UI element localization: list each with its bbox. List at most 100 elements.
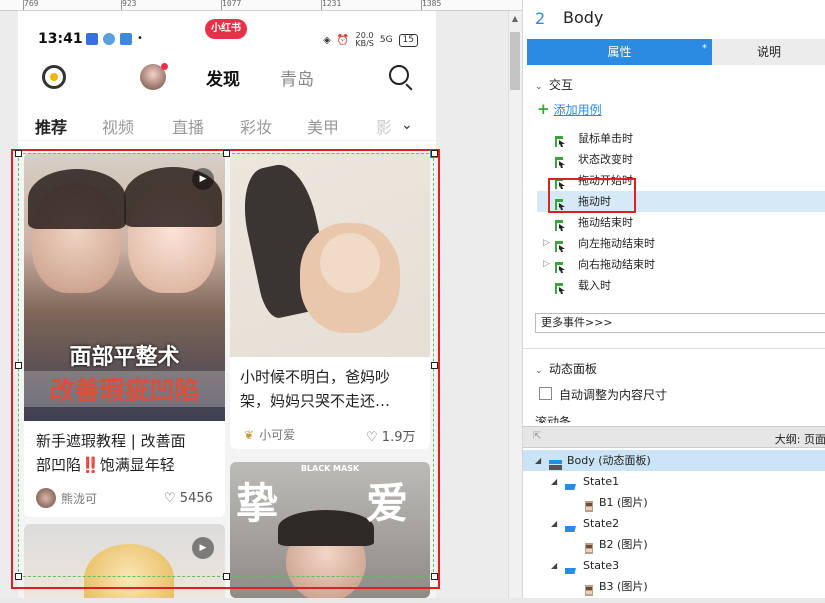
resize-handle[interactable] <box>431 362 438 369</box>
status-time: 13:41 <box>38 31 83 47</box>
event-flag-icon <box>555 133 566 147</box>
category-tab[interactable]: 美甲 <box>307 114 339 138</box>
vibrate-icon: ◈ <box>323 34 331 46</box>
avatar[interactable] <box>140 63 168 90</box>
net-speed: 20.0 KB/S <box>355 31 374 48</box>
scroll-up-icon[interactable]: ▲ <box>510 14 520 26</box>
ruler-mark: 1385 <box>422 0 442 8</box>
auto-fit-checkbox[interactable] <box>539 387 552 400</box>
event-label: 向右拖动结束时 <box>578 258 655 271</box>
tab-discover[interactable]: 发现 <box>206 65 240 90</box>
category-tab[interactable]: 影 <box>376 114 392 138</box>
category-tab[interactable]: 推荐 <box>35 114 67 138</box>
outline-item[interactable]: ◢ State3 <box>523 555 825 576</box>
category-tab[interactable]: 直播 <box>172 114 204 138</box>
canvas-scrollbar[interactable] <box>508 11 522 598</box>
outline-header: ⇱ 大纲: 页面 <box>523 426 825 448</box>
scrollbar-thumb[interactable] <box>510 32 520 90</box>
image-icon <box>585 582 593 603</box>
outline-label: Body (动态面板) <box>567 454 651 467</box>
event-label: 拖动结束时 <box>578 216 633 229</box>
plus-icon: + <box>537 100 550 118</box>
event-item[interactable]: ▷ 向左拖动结束时 <box>537 233 825 254</box>
selection-highlight-box <box>11 149 440 589</box>
ruler-mark: 1231 <box>322 0 342 8</box>
resize-handle[interactable] <box>223 150 230 157</box>
ruler-mark: 1077 <box>222 0 242 8</box>
page-number: 2 <box>535 9 546 28</box>
dynamic-panel-section[interactable]: ⌄ 动态面板 <box>535 360 597 377</box>
status-right: ◈ ⏰ 20.0 KB/S 5G 15 <box>323 32 418 48</box>
more-events-dropdown[interactable]: 更多事件>>> <box>535 313 825 333</box>
notification-icons: • <box>86 33 143 45</box>
event-label: 状态改变时 <box>578 153 633 166</box>
outline-label: B3 (图片) <box>599 580 648 593</box>
app-notification-icon <box>120 33 132 45</box>
category-tabs: 推荐 视频 直播 彩妆 美甲 影 ⌄ <box>18 111 436 141</box>
event-flag-icon <box>555 259 566 273</box>
signal-icon: 5G <box>379 35 393 45</box>
search-icon[interactable] <box>389 65 413 91</box>
resize-handle[interactable] <box>431 150 438 157</box>
event-item[interactable]: 状态改变时 <box>537 149 825 170</box>
event-label: 向左拖动结束时 <box>578 237 655 250</box>
ruler-mark: 923 <box>122 0 137 8</box>
event-item[interactable]: 拖动结束时 <box>537 212 825 233</box>
xiaohongshu-logo: 小红书 <box>205 19 247 39</box>
outline-label: State1 <box>583 475 620 488</box>
resize-handle[interactable] <box>15 362 22 369</box>
category-tab[interactable]: 视频 <box>102 114 134 138</box>
outline-item[interactable]: B1 (图片) <box>523 492 825 513</box>
resize-handle[interactable] <box>223 573 230 580</box>
interaction-section[interactable]: ⌄ 交互 <box>535 76 573 93</box>
inspector-tabs: 属性 * 说明 <box>527 39 825 65</box>
highlight-annotation-box <box>548 178 636 213</box>
add-case-link[interactable]: + 添加用例 <box>537 100 602 118</box>
event-flag-icon <box>555 280 566 294</box>
tree-toggle-icon[interactable]: ◢ <box>551 555 557 576</box>
event-item[interactable]: ▷ 向右拖动结束时 <box>537 254 825 275</box>
outline-item[interactable]: B3 (图片) <box>523 576 825 597</box>
alarm-icon: ⏰ <box>336 34 350 46</box>
tab-notes[interactable]: 说明 <box>712 39 825 65</box>
panel-title: Body <box>563 8 604 27</box>
category-tab[interactable]: 彩妆 <box>240 114 272 138</box>
chevron-down-icon[interactable]: ⌄ <box>401 117 413 133</box>
tab-properties[interactable]: 属性 * <box>527 39 712 65</box>
event-item[interactable]: 载入时 <box>537 275 825 296</box>
outline-item[interactable]: ◢ State1 <box>523 471 825 492</box>
collapse-icon[interactable]: ⇱ <box>533 431 541 442</box>
event-item[interactable]: 鼠标单击时 <box>537 128 825 149</box>
auto-fit-label: 自动调整为内容尺寸 <box>559 388 668 402</box>
chevron-down-icon: ⌄ <box>535 366 543 376</box>
event-flag-icon <box>555 154 566 168</box>
event-label: 载入时 <box>578 279 611 292</box>
outline-label: B2 (图片) <box>599 538 648 551</box>
tree-toggle-icon[interactable]: ◢ <box>551 513 557 534</box>
app-notification-icon <box>86 33 98 45</box>
outline-item[interactable]: B2 (图片) <box>523 534 825 555</box>
top-nav: 发现 青岛 <box>18 63 436 97</box>
resize-handle[interactable] <box>431 573 438 580</box>
camera-ring-icon[interactable] <box>42 65 66 89</box>
battery-icon: 15 <box>398 33 418 47</box>
tree-toggle-icon[interactable]: ◢ <box>551 471 557 492</box>
resize-handle[interactable] <box>15 150 22 157</box>
outline-item[interactable]: ◢ Body (动态面板) <box>523 450 825 471</box>
chevron-down-icon: ⌄ <box>535 82 543 92</box>
outline-label: B1 (图片) <box>599 496 648 509</box>
horizontal-ruler: 769 923 1077 1231 1385 <box>0 0 522 11</box>
tree-toggle-icon[interactable]: ◢ <box>535 450 541 471</box>
outline-item[interactable]: ◢ State2 <box>523 513 825 534</box>
resize-handle[interactable] <box>15 573 22 580</box>
expand-icon[interactable]: ▷ <box>543 254 550 275</box>
expand-icon[interactable]: ▷ <box>543 233 550 254</box>
dot-icon: • <box>137 33 143 44</box>
outline-label: State3 <box>583 559 620 572</box>
event-flag-icon <box>555 217 566 231</box>
scrollbar-label: 滚动条 <box>535 415 572 423</box>
cloud-icon <box>103 33 115 45</box>
outline-label: State2 <box>583 517 620 530</box>
tab-qingdao[interactable]: 青岛 <box>280 65 314 90</box>
outline-title: 大纲: 页面 <box>774 433 825 446</box>
